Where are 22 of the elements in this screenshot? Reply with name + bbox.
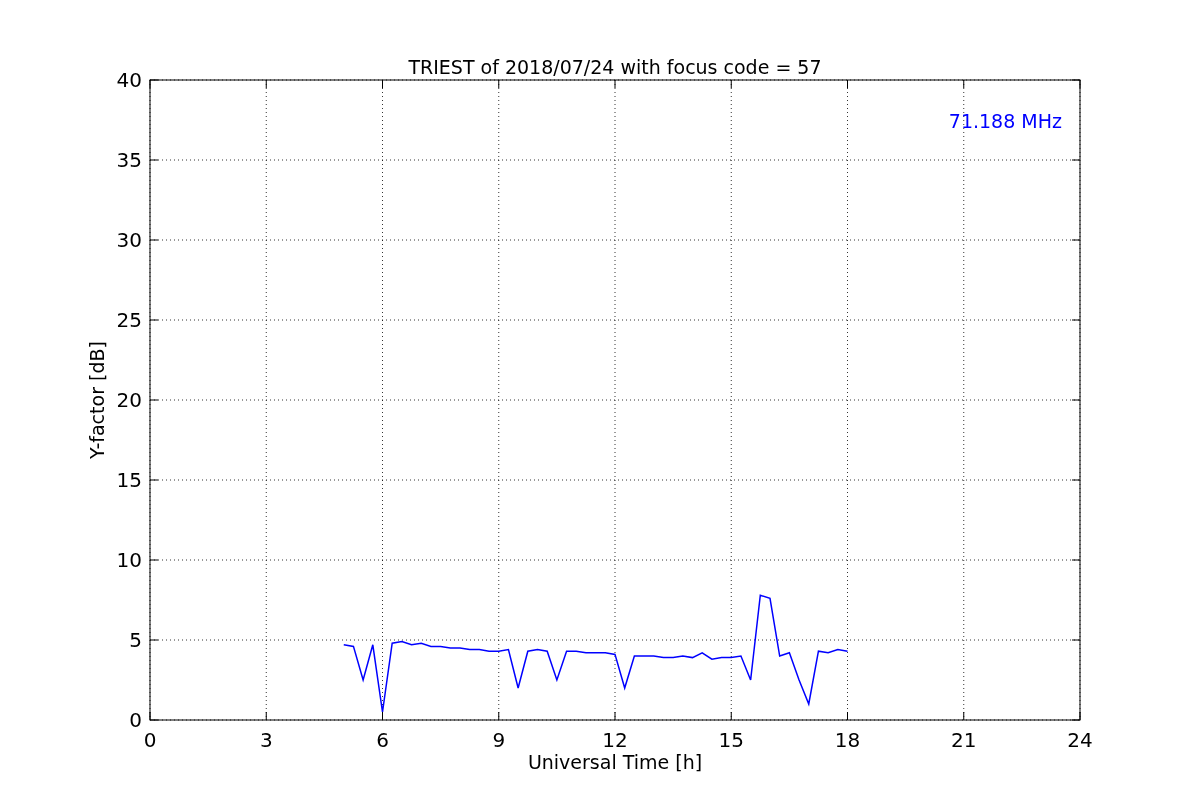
x-axis-label: Universal Time [h] [527, 751, 703, 773]
y-tick-label: 5 [129, 628, 142, 652]
y-tick-label: 25 [116, 308, 142, 332]
x-tick-label: 15 [718, 728, 744, 752]
x-tick-label: 6 [376, 728, 389, 752]
x-tick-label: 9 [492, 728, 506, 752]
x-tick-label: 3 [259, 728, 273, 752]
x-tick-label: 21 [951, 728, 977, 752]
y-tick-label: 35 [116, 148, 142, 172]
y-tick-label: 15 [116, 468, 142, 492]
frequency-label: 71.188 MHz [948, 110, 1062, 132]
x-tick-label: 18 [834, 728, 861, 752]
y-tick-label: 30 [116, 228, 142, 252]
x-tick-label: 12 [602, 728, 628, 752]
x-tick-label: 24 [1067, 728, 1093, 752]
y-tick-label: 10 [116, 548, 142, 572]
y-tick-label: 0 [129, 708, 142, 732]
y-tick-label: 40 [116, 68, 142, 92]
chart-title: TRIEST of 2018/07/24 with focus code = 57 [408, 56, 822, 78]
x-tick-label: 0 [143, 728, 157, 752]
y-axis-label: Y-factor [dB] [86, 341, 108, 459]
y-tick-label: 20 [116, 388, 142, 412]
